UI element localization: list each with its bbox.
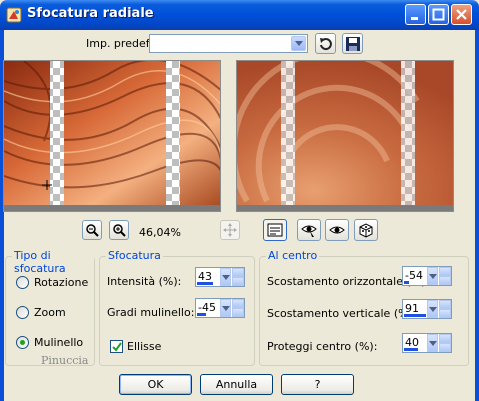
twirl-dropdown[interactable] (220, 299, 231, 317)
chevron-down-icon (429, 307, 437, 312)
cancel-button[interactable]: Annulla (200, 374, 273, 395)
auto-proof-button[interactable] (297, 219, 321, 241)
zoom-level: 46,04% (139, 226, 181, 239)
intensity-stepper[interactable] (232, 268, 244, 286)
zoom-out-icon (86, 224, 99, 237)
protect-center-label: Proteggi centro (%): (267, 340, 378, 353)
eye-icon (329, 226, 345, 234)
paint-shop-pro-icon (6, 7, 22, 23)
stepper-up-icon[interactable] (439, 334, 451, 343)
minimize-button[interactable] (405, 4, 426, 25)
move-icon (223, 223, 237, 237)
zoom-out-button[interactable] (82, 220, 102, 240)
preset-dropdown-button[interactable] (291, 36, 306, 51)
center-legend: Al centro (266, 249, 320, 262)
proof-toggle-button[interactable] (263, 219, 287, 241)
radio-twirl-button[interactable] (16, 336, 29, 349)
preview-on-image-button[interactable] (325, 219, 349, 241)
blur-group: Sfocatura Intensità (%): 43 Gradi muline… (99, 249, 255, 366)
blur-type-group: Tipo di sfocatura Rotazione Zoom Mulinel… (5, 249, 95, 366)
twirl-stepper[interactable] (232, 299, 244, 317)
chevron-down-icon (429, 341, 437, 346)
center-group: Al centro Scostamento orizzontale (%): -… (259, 249, 469, 366)
twirl-slider-bar[interactable] (197, 313, 206, 316)
randomize-icon (359, 223, 373, 238)
h-offset-stepper[interactable] (439, 267, 451, 285)
blur-type-legend: Tipo di sfocatura (12, 249, 94, 275)
stepper-up-icon[interactable] (232, 299, 244, 308)
ok-button[interactable]: OK (119, 374, 192, 395)
chevron-down-icon (295, 41, 303, 46)
radio-rotation-label: Rotazione (34, 276, 89, 289)
v-offset-field[interactable]: 91 (402, 299, 452, 319)
stepper-up-icon[interactable] (439, 267, 451, 276)
stepper-down-icon[interactable] (232, 308, 244, 317)
randomize-button[interactable] (354, 219, 378, 241)
ellipse-checkbox[interactable] (110, 340, 123, 353)
title-bar[interactable]: Sfocatura radiale (0, 0, 479, 30)
chevron-down-icon (222, 306, 230, 311)
checkmark-icon (112, 342, 122, 352)
stepper-up-icon[interactable] (232, 268, 244, 277)
preset-label: Imp. predef.: (86, 37, 156, 50)
save-preset-button[interactable] (342, 33, 363, 54)
radio-zoom-button[interactable] (16, 306, 29, 319)
reset-preset-button[interactable] (315, 33, 336, 54)
chevron-down-icon (222, 275, 230, 280)
intensity-slider-bar[interactable] (197, 282, 213, 285)
v-offset-stepper[interactable] (439, 300, 451, 318)
window-title: Sfocatura radiale (27, 6, 154, 21)
zoom-in-button[interactable] (109, 220, 129, 240)
h-offset-field[interactable]: -54 (402, 266, 452, 286)
result-preview[interactable] (236, 60, 454, 212)
ellipse-label: Ellisse (127, 340, 162, 353)
radio-selected-dot (20, 340, 25, 345)
eye-pointer-icon (301, 225, 317, 237)
v-offset-dropdown[interactable] (427, 300, 438, 318)
protect-center-dropdown[interactable] (427, 334, 438, 352)
v-offset-label: Scostamento verticale (%): (267, 307, 417, 320)
proof-icon (267, 223, 283, 237)
radio-twirl-label: Mulinello (34, 336, 84, 349)
result-image (237, 61, 453, 205)
minimize-icon (411, 17, 418, 20)
chevron-down-icon (429, 274, 437, 279)
intensity-label: Intensità (%): (107, 275, 182, 288)
v-offset-slider-bar[interactable] (404, 314, 426, 317)
protect-center-field[interactable]: 40 (402, 333, 452, 353)
save-icon (346, 37, 360, 51)
stepper-down-icon[interactable] (439, 276, 451, 285)
twirl-degrees-label: Gradi mulinello: (107, 306, 195, 319)
reset-icon (320, 38, 332, 51)
intensity-field[interactable]: 43 (195, 267, 245, 287)
stepper-down-icon[interactable] (232, 277, 244, 286)
original-image (4, 61, 220, 205)
twirl-degrees-field[interactable]: -45 (195, 298, 245, 318)
original-preview[interactable] (3, 60, 221, 212)
maximize-button[interactable] (428, 4, 449, 25)
h-offset-dropdown[interactable] (427, 267, 438, 285)
pan-button[interactable] (220, 220, 240, 240)
stepper-up-icon[interactable] (439, 300, 451, 309)
protect-center-stepper[interactable] (439, 334, 451, 352)
stepper-down-icon[interactable] (439, 309, 451, 318)
blur-legend: Sfocatura (106, 249, 163, 262)
intensity-dropdown[interactable] (220, 268, 231, 286)
watermark: Pinuccia (41, 354, 89, 367)
preset-combo[interactable] (149, 34, 308, 53)
close-icon (456, 9, 467, 20)
help-button[interactable]: ? (281, 374, 354, 395)
close-button[interactable] (451, 4, 472, 25)
stepper-down-icon[interactable] (439, 343, 451, 352)
radio-rotation-button[interactable] (16, 276, 29, 289)
protect-center-slider-bar[interactable] (404, 348, 418, 351)
zoom-in-icon (113, 224, 126, 237)
radio-zoom-label: Zoom (34, 306, 66, 319)
h-offset-slider-bar[interactable] (404, 281, 409, 284)
maximize-icon (432, 8, 445, 21)
